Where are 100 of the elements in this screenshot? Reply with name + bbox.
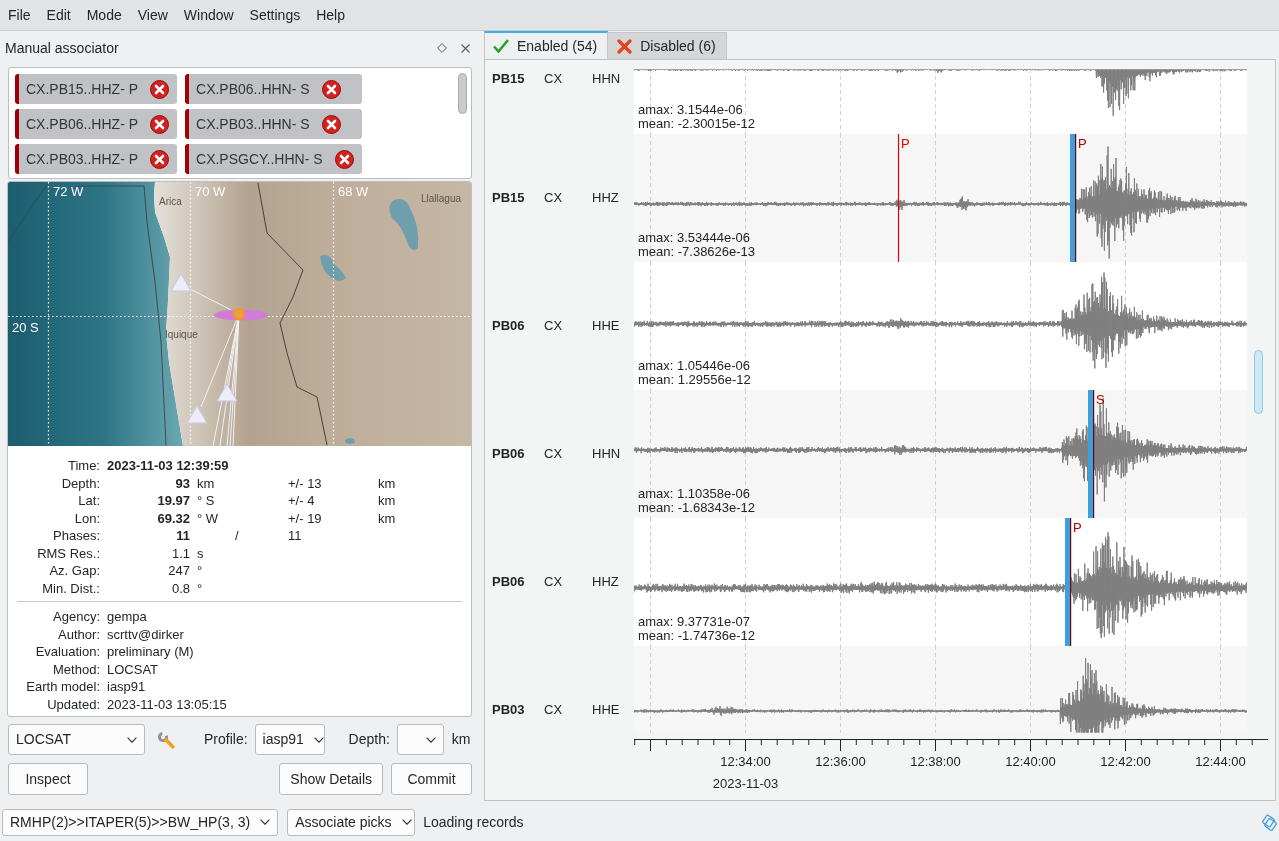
action-button[interactable]: Commit — [391, 763, 472, 795]
scrollbar-thumb[interactable] — [1254, 350, 1263, 414]
place-label: Arica — [159, 196, 182, 207]
pick-marker[interactable] — [1070, 134, 1077, 262]
grid-label: 20 S — [12, 320, 39, 335]
channel-code: HHE — [592, 318, 620, 334]
grid-label: 68 W — [338, 184, 369, 199]
field-label: Updated: — [46, 695, 100, 713]
axis-tick-label: 12:42:00 — [1100, 754, 1151, 770]
network-code: CX — [544, 318, 564, 334]
pick-label: CX.PSGCY..HHN- S — [196, 149, 323, 169]
axis-tick-label: 12:38:00 — [910, 754, 961, 770]
mode-dropdown[interactable]: Associate picks — [287, 808, 416, 836]
remove-icon[interactable] — [334, 149, 354, 169]
triangle-marker-icon[interactable] — [186, 405, 208, 424]
field-label: Method: — [52, 660, 100, 678]
unit-text: km — [378, 509, 396, 527]
remove-icon[interactable] — [321, 79, 341, 99]
field-label: RMS Res.: — [36, 544, 100, 562]
network-code: CX — [544, 190, 564, 206]
unit-text: km — [378, 492, 396, 510]
diamond-icon[interactable] — [437, 43, 447, 53]
field-label: Depth: — [60, 474, 100, 492]
menu-item[interactable]: File — [0, 0, 39, 30]
field-label: Earth model: — [25, 678, 100, 696]
panel-title: Manual associator — [5, 38, 119, 58]
tab[interactable]: Enabled (54) — [484, 31, 609, 59]
remove-icon[interactable] — [150, 149, 170, 169]
triangle-marker-icon[interactable] — [170, 273, 192, 292]
network-code: CX — [544, 446, 564, 462]
tag-icon[interactable] — [1261, 813, 1277, 831]
axis-date-label: 2023-11-03 — [712, 776, 779, 792]
field-value: 19.97 — [156, 492, 190, 510]
chevron-down-icon — [401, 819, 412, 825]
scrollbar-thumb[interactable] — [458, 73, 467, 114]
field-value: 11 — [175, 527, 190, 545]
station-code: PB06 — [492, 574, 526, 590]
menu-item[interactable]: Edit — [38, 0, 79, 30]
pick-label: CX.PB03..HHZ- P — [26, 149, 139, 169]
wrench-icon[interactable] — [157, 730, 175, 749]
field-value: 2023-11-03 13:05:15 — [107, 695, 227, 713]
remove-icon[interactable] — [321, 114, 341, 134]
field-value: 0.8 — [170, 579, 190, 597]
field-value: 69.32 — [156, 509, 190, 527]
grid-label: 72 W — [53, 184, 84, 199]
station-code: PB15 — [492, 71, 526, 87]
field-value: 93 — [174, 474, 190, 492]
circle-marker-icon[interactable] — [233, 308, 245, 320]
pick-marker[interactable] — [1088, 390, 1095, 518]
amplitude-text: amax: 3.53444e-06 — [638, 231, 752, 245]
remove-icon[interactable] — [150, 114, 170, 134]
menu-item[interactable]: Settings — [241, 0, 309, 30]
filter-dropdown[interactable]: RMHP(2)>>ITAPER(5)>>BW_HP(3, 3) — [2, 808, 279, 836]
field-label: Min. Dist.: — [41, 579, 100, 597]
phase-label: S — [1096, 392, 1105, 407]
field-value: iasp91 — [107, 678, 146, 696]
close-icon[interactable] — [461, 43, 470, 53]
unit-text: km — [378, 474, 396, 492]
menu-item[interactable]: Window — [175, 0, 242, 30]
triangle-marker-icon[interactable] — [216, 383, 238, 402]
method-dropdown[interactable]: LOCSAT — [8, 724, 145, 755]
map-view[interactable]: 72 W 70 W 68 W 20 S Arica Iquique Llallagua — [8, 182, 471, 446]
action-button[interactable]: Show Details — [279, 763, 383, 795]
amplitude-text: amax: 1.10358e-06 — [638, 487, 752, 501]
pick-marker[interactable] — [1065, 518, 1072, 646]
pick-label: CX.PB06..HHN- S — [196, 79, 310, 99]
profile-dropdown[interactable]: iasp91 — [254, 724, 325, 755]
place-label: Iquique — [165, 329, 198, 340]
axis-tick-label: 12:44:00 — [1195, 754, 1246, 770]
station-code: PB15 — [492, 190, 526, 206]
axis-tick-label: 12:34:00 — [720, 754, 771, 770]
menu-item[interactable]: Help — [308, 0, 353, 30]
field-label: Evaluation: — [34, 643, 100, 661]
field-value: gempa — [107, 608, 147, 626]
channel-code: HHE — [592, 702, 620, 718]
total-value: 11 — [288, 527, 302, 545]
remove-icon[interactable] — [150, 79, 170, 99]
field-value: 2023-11-03 12:39:59 — [107, 457, 229, 475]
field-label: Lon: — [73, 509, 100, 527]
chevron-down-icon — [313, 736, 324, 743]
tab[interactable]: Disabled (6) — [608, 32, 727, 59]
check-icon — [493, 39, 509, 53]
chevron-down-icon — [127, 736, 137, 743]
unit-text: ° — [197, 562, 204, 580]
cross-icon — [617, 38, 633, 54]
field-value: 1.1 — [170, 544, 190, 562]
network-code: CX — [544, 71, 564, 87]
lake-shape — [320, 255, 346, 281]
action-button[interactable]: Inspect — [8, 763, 88, 795]
lake-shape — [345, 438, 355, 444]
mean-text: mean: -1.74736e-12 — [638, 629, 756, 643]
amplitude-text: amax: 1.05446e-06 — [638, 359, 751, 373]
status-message: Loading records — [423, 812, 524, 832]
pick-label: CX.PB06..HHZ- P — [26, 114, 139, 134]
menu-item[interactable]: Mode — [78, 0, 130, 30]
field-label: Lat: — [77, 492, 100, 510]
unit-text: ° W — [197, 509, 220, 527]
unit-text: s — [197, 544, 205, 562]
menu-item[interactable]: View — [129, 0, 176, 30]
uncertainty-value: +/- 13 — [288, 474, 323, 492]
